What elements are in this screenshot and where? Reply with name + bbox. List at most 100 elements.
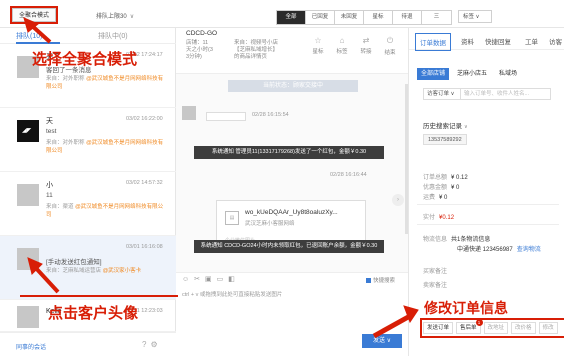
annotation-select-mode: 选择全聚合模式 — [32, 50, 138, 68]
order-actions-highlight — [420, 318, 564, 338]
checkbox-icon — [366, 278, 371, 284]
conversation-name: 小 — [46, 182, 53, 189]
conversation-source: 来自：渠道 @武汉城鱼不是月网网络科技有限公司 — [46, 203, 168, 219]
conversation-source: 来自：对外职称 @武汉城鱼不是月网网络科技有限公司 — [46, 139, 168, 155]
divider — [417, 204, 559, 205]
conversation-item[interactable]: 天 03/02 16:22:00 test 来自：对外职称 @武汉城鱼不是月网网… — [0, 108, 176, 172]
transfer-icon: ⇄ — [362, 36, 370, 45]
filter-tabs: 全部 已回复 未回复 星标 待退 三 — [276, 10, 452, 25]
chat-meta-line: 店铺：11 — [186, 40, 209, 46]
transfer-button[interactable]: ⇄ 转接 — [354, 36, 378, 56]
queue-limit-select[interactable]: 排队上限30 ∨ — [96, 11, 134, 20]
customer-avatar[interactable] — [17, 120, 39, 142]
scissors-icon[interactable]: ✂ — [194, 276, 205, 283]
order-total-label: 订单总额 — [423, 175, 448, 181]
logistics-label: 物流信息 — [423, 237, 448, 243]
shop-tabs: 全部店铺 芝麻小店五 私域场 — [417, 68, 525, 80]
source-text: 对外职称 — [62, 140, 85, 146]
filter-tab-pending[interactable]: 待退 — [393, 11, 422, 24]
info-tabs: 订单数据 资料 快捷回复 工单 访客 — [409, 28, 564, 51]
filter-tab-replied[interactable]: 已回复 — [306, 11, 335, 24]
shop-tab-private[interactable]: 私域场 — [495, 68, 521, 80]
shipping-row: 运费 ¥ 0 — [423, 192, 447, 201]
customer-avatar[interactable] — [17, 248, 39, 270]
tab-queue[interactable]: 排队(10) — [16, 31, 42, 41]
annotation-click-avatar: 点击客户头像 — [48, 304, 139, 322]
tab-ticket[interactable]: 工单 — [525, 36, 538, 46]
conversation-item[interactable]: 小 03/02 14:57:32 11 来自：渠道 @武汉城鱼不是月网网络科技有… — [0, 172, 176, 236]
chevron-down-icon: ∨ — [129, 14, 135, 20]
label-select[interactable]: 标签 ∨ — [458, 10, 492, 23]
folder-icon[interactable]: ▭ — [217, 276, 229, 283]
conversation-time: 03/02 14:57:32 — [126, 180, 163, 186]
send-button[interactable]: 发送 ∨ — [362, 334, 402, 348]
emoji-icon[interactable]: ☺ — [182, 276, 194, 283]
image-icon[interactable]: ▣ — [205, 276, 217, 283]
message-avatar[interactable] — [182, 106, 196, 120]
chat-meta-line: 来自：视频号小店 — [234, 40, 279, 46]
discount-label: 优惠金额 — [423, 185, 448, 191]
label-select-text: 标签 — [463, 14, 475, 20]
filter-tab-all[interactable]: 全部 — [277, 11, 306, 24]
conversation-time: 03/02 16:22:00 — [126, 116, 163, 122]
filter-tab-more[interactable]: 三 — [422, 11, 451, 24]
chevron-right-icon[interactable]: › — [392, 194, 404, 206]
chat-header: CDCD-GO 店铺：11 天之小时(3 3分钟) 来自：视频号小店 【芝麻私域… — [176, 28, 408, 74]
tag-icon: ⌂ — [339, 36, 345, 45]
annotation-edit-order: 修改订单信息 — [424, 301, 508, 317]
order-type-value: 访客订单 — [427, 91, 450, 97]
track-logistics-link[interactable]: 查询物流 — [517, 247, 541, 253]
end-label: 结束 — [384, 50, 396, 56]
discount-row: 优惠金额 ¥ 0 — [423, 182, 459, 191]
tag-button[interactable]: ⌂ 标签 — [330, 36, 354, 56]
order-type-select[interactable]: 访客订单 ∨ — [423, 88, 461, 100]
conversation-list-footer: 同事的会话 ?⚙ — [0, 332, 176, 356]
paid-row: 实付 ¥0.12 — [423, 212, 454, 221]
chat-meta-right: 来自：视频号小店 【芝麻私域增长】 的商品详情页 — [234, 40, 278, 61]
filter-tab-unreplied[interactable]: 未回复 — [335, 11, 364, 24]
tab-profile[interactable]: 资料 — [461, 36, 474, 46]
power-icon: ⏻ — [386, 36, 394, 45]
tab-quick-reply[interactable]: 快捷回复 — [485, 36, 511, 46]
message-time: 02/28 16:15:54 — [252, 112, 289, 118]
tab-visitor[interactable]: 访客 — [549, 36, 562, 46]
logistics-count: 共1条物流信息 — [451, 237, 491, 243]
history-search-title[interactable]: 历史搜索记录 ∨ — [423, 120, 468, 130]
logistics-carrier-row: 中通快递 123456987 查询物流 — [457, 244, 541, 253]
end-button[interactable]: ⏻ 结束 — [378, 36, 402, 56]
conversation-item-selected[interactable]: 03/01 16:16:08 [手动发送红包通知] 来自：芝麻私域运营店 @武汉… — [0, 236, 176, 300]
conversation-message: [手动发送红包通知] — [46, 259, 102, 266]
system-notice: 系统通知 管理员11(13317179268)发送了一个红包，金额￥0.30 — [194, 146, 384, 159]
tag-label: 标签 — [336, 49, 348, 55]
document-icon: ▤ — [225, 211, 239, 225]
conversation-message: test — [46, 128, 57, 135]
source-text: 渠道 — [62, 204, 74, 210]
paid-label: 实付 — [423, 215, 436, 221]
source-label: 来自： — [46, 76, 63, 82]
shop-tab-zhima[interactable]: 芝麻小店五 — [453, 68, 491, 80]
shipping-label: 运费 — [423, 195, 436, 201]
coupon-icon[interactable]: ◧ — [228, 276, 240, 283]
tab-queue-in-progress[interactable]: 排队中(0) — [98, 31, 128, 41]
discount-value: ¥ 0 — [451, 185, 460, 191]
source-text: 芝麻私域运营店 — [62, 268, 102, 274]
colleague-conversations-link[interactable]: 同事的会话 — [16, 342, 46, 351]
chat-meta-line: 天之小时(3 — [186, 47, 213, 53]
chat-header-actions: ☆ 星标 ⌂ 标签 ⇄ 转接 ⏻ 结束 — [306, 36, 402, 56]
message-bubble — [206, 112, 246, 121]
settings-icon[interactable]: ⚙ — [150, 340, 161, 349]
star-button[interactable]: ☆ 星标 — [306, 36, 330, 56]
customer-avatar[interactable] — [17, 306, 39, 328]
message-input-hint[interactable]: ctrl + v 或拖拽到此处可直接粘贴发送图片 — [182, 290, 282, 298]
history-search-chip[interactable]: 13537589292 — [423, 134, 467, 145]
filter-tab-starred[interactable]: 星标 — [364, 11, 393, 24]
logistics-row: 物流信息 共1条物流信息 — [423, 234, 490, 243]
shop-tab-all[interactable]: 全部店铺 — [417, 68, 450, 80]
seller-note-label: 卖家备注 — [423, 283, 448, 289]
customer-avatar[interactable] — [17, 184, 39, 206]
logistics-carrier: 中通快递 123456987 — [457, 247, 513, 253]
transfer-label: 转接 — [360, 49, 372, 55]
order-search-input[interactable]: 输入订单号、收件人姓名... — [461, 88, 551, 100]
tab-order-data[interactable]: 订单数据 — [415, 33, 451, 51]
quick-search-toggle[interactable]: 快捷搜索 — [366, 276, 395, 284]
